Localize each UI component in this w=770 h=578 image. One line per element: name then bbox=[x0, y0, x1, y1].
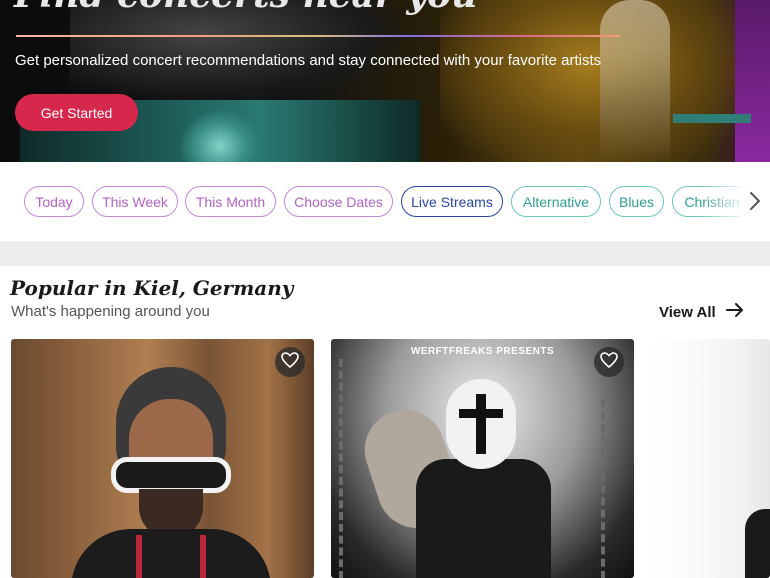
hero-subtitle: Get personalized concert recommendations… bbox=[15, 52, 602, 69]
event-card[interactable]: WERFTFREAKS PRESENTS bbox=[331, 339, 634, 578]
card-image-cross bbox=[476, 394, 486, 454]
chip-blues[interactable]: Blues bbox=[609, 186, 664, 217]
heart-icon bbox=[281, 351, 299, 373]
hero-title: Find concerts near you bbox=[14, 0, 477, 16]
hero-image-stage-light bbox=[440, 0, 740, 162]
view-all-label: View All bbox=[659, 303, 716, 321]
event-card[interactable] bbox=[11, 339, 314, 578]
chip-alternative[interactable]: Alternative bbox=[511, 186, 601, 217]
card-banner-text: WERFTFREAKS PRESENTS bbox=[410, 346, 555, 357]
section-divider bbox=[0, 241, 770, 266]
card-image-vest bbox=[416, 459, 551, 578]
card-image-chain bbox=[339, 359, 355, 578]
view-all-link[interactable]: View All bbox=[659, 300, 753, 324]
hero-divider bbox=[16, 35, 620, 37]
hero-image-purple-edge bbox=[735, 0, 770, 162]
card-image-chain bbox=[601, 399, 617, 578]
card-image-cross bbox=[459, 409, 503, 418]
filter-chip-bar: Today This Week This Month Choose Dates … bbox=[0, 162, 770, 241]
heart-icon bbox=[600, 351, 618, 373]
card-image-sunglasses bbox=[111, 457, 231, 493]
section-subtitle: What's happening around you bbox=[11, 303, 210, 320]
chip-this-week[interactable]: This Week bbox=[92, 186, 178, 217]
get-started-button[interactable]: Get Started bbox=[15, 94, 138, 131]
arrow-right-icon bbox=[725, 302, 744, 322]
hero-banner: Find concerts near you Get personalized … bbox=[0, 0, 770, 162]
favorite-button[interactable] bbox=[275, 347, 305, 377]
chip-choose-dates[interactable]: Choose Dates bbox=[284, 186, 393, 217]
hero-decorative-bar bbox=[673, 114, 751, 123]
hero-image-performer bbox=[180, 110, 260, 162]
favorite-button[interactable] bbox=[594, 347, 624, 377]
section-title: Popular in Kiel, Germany bbox=[10, 276, 294, 300]
card-image-jacket-stripe bbox=[136, 535, 206, 578]
chevron-right-icon[interactable] bbox=[747, 190, 763, 212]
chip-live-streams[interactable]: Live Streams bbox=[401, 186, 503, 217]
card-image-figure bbox=[745, 509, 770, 578]
event-card[interactable] bbox=[650, 339, 770, 578]
chip-today[interactable]: Today bbox=[24, 186, 84, 217]
chip-this-month[interactable]: This Month bbox=[185, 186, 276, 217]
hero-image-singer bbox=[600, 0, 670, 162]
